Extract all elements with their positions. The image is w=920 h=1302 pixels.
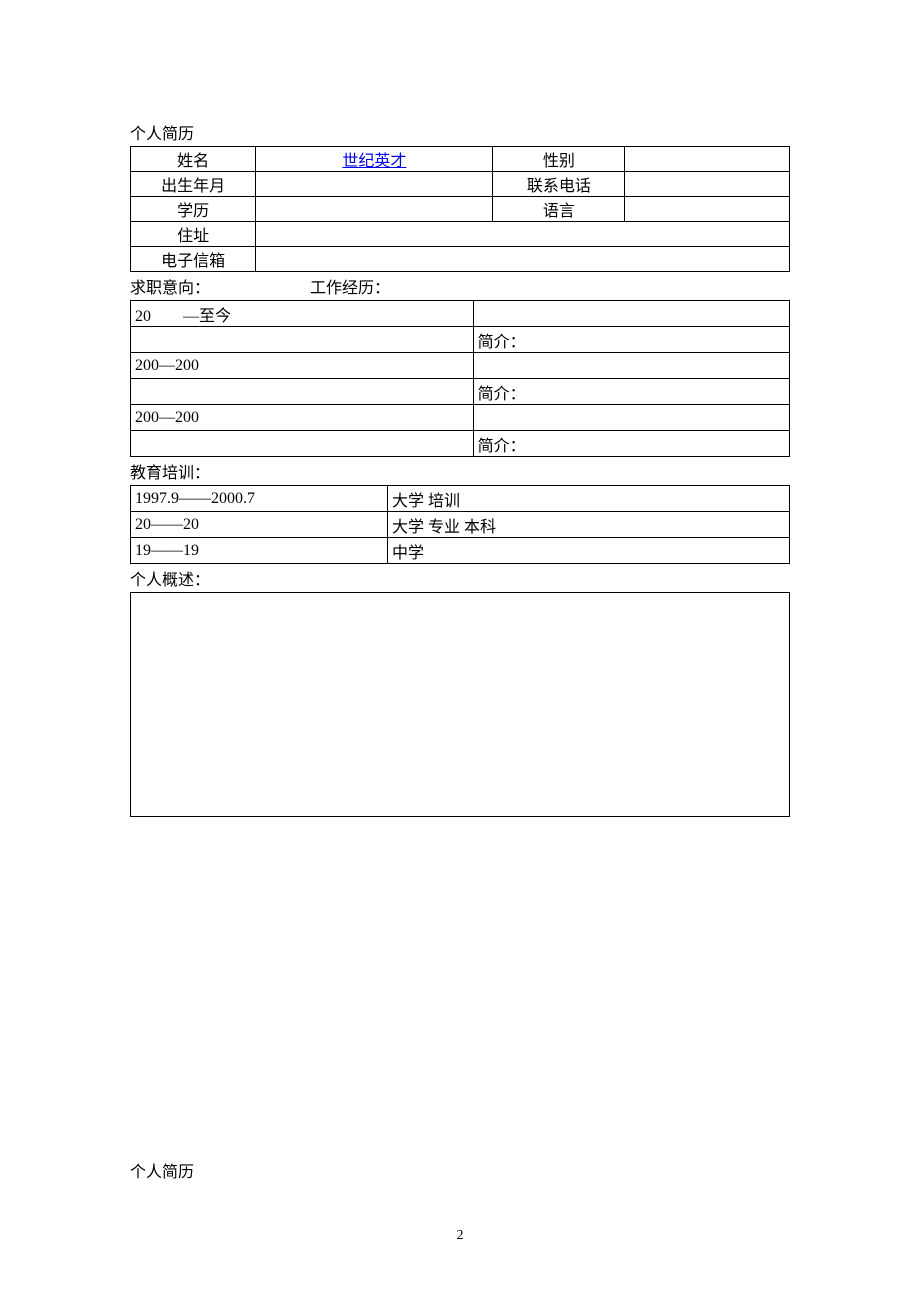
birth-value (256, 172, 493, 197)
work-history-label: 工作经历： (310, 274, 390, 298)
phone-label: 联系电话 (493, 172, 625, 197)
summary-box (130, 592, 790, 817)
edu-desc-cell: 大学 专业 本科 (388, 512, 790, 538)
work-empty-cell (131, 327, 474, 353)
education-label: 学历 (131, 197, 256, 222)
footer-resume-title: 个人简历 (130, 1158, 194, 1182)
edu-desc-cell: 大学 培训 (388, 486, 790, 512)
work-empty-cell (131, 431, 474, 457)
address-label: 住址 (131, 222, 256, 247)
gender-value (625, 147, 790, 172)
edu-period-cell: 20——20 (131, 512, 388, 538)
work-period-cell: 200—200 (131, 405, 474, 431)
name-label: 姓名 (131, 147, 256, 172)
education-section-label: 教育培训： (130, 459, 790, 483)
address-value (256, 222, 790, 247)
work-company-cell (473, 353, 789, 379)
work-intro-cell: 简介： (473, 379, 789, 405)
work-company-cell (473, 405, 789, 431)
summary-label: 个人概述： (130, 566, 790, 590)
work-intro-cell: 简介： (473, 327, 789, 353)
language-value (625, 197, 790, 222)
education-table: 1997.9——2000.7 大学 培训 20——20 大学 专业 本科 19—… (130, 485, 790, 564)
edu-desc-cell: 中学 (388, 538, 790, 564)
birth-label: 出生年月 (131, 172, 256, 197)
email-value (256, 247, 790, 272)
resume-title: 个人简历 (130, 120, 790, 144)
work-history-table: 20 —至今 简介： 200—200 简介： 200—200 简介： (130, 300, 790, 457)
name-link[interactable]: 世纪英才 (260, 147, 488, 171)
edu-period-cell: 1997.9——2000.7 (131, 486, 388, 512)
name-value: 世纪英才 (256, 147, 493, 172)
work-intro-cell: 简介： (473, 431, 789, 457)
language-label: 语言 (493, 197, 625, 222)
work-empty-cell (131, 379, 474, 405)
personal-info-table: 姓名 世纪英才 性别 出生年月 联系电话 学历 语言 住址 电子信箱 (130, 146, 790, 272)
gender-label: 性别 (493, 147, 625, 172)
education-value (256, 197, 493, 222)
email-label: 电子信箱 (131, 247, 256, 272)
work-company-cell (473, 301, 789, 327)
edu-period-cell: 19——19 (131, 538, 388, 564)
page-number: 2 (0, 1228, 920, 1244)
job-intent-label: 求职意向： (130, 274, 210, 298)
work-period-cell: 200—200 (131, 353, 474, 379)
work-period-cell: 20 —至今 (131, 301, 474, 327)
phone-value (625, 172, 790, 197)
